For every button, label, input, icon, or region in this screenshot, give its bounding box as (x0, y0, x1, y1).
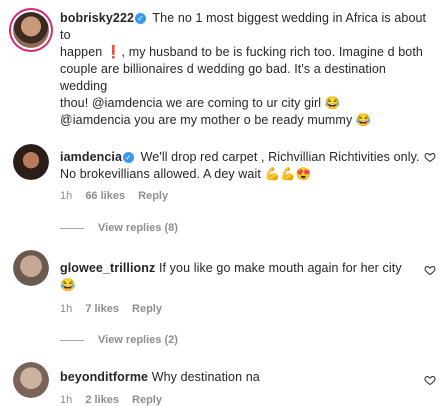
comment-username[interactable]: beyonditforme (60, 370, 148, 384)
comment-line-2: No brokevillians allowed. A dey wait 💪💪😍 (60, 167, 312, 181)
comment-username[interactable]: iamdencia (60, 150, 122, 164)
comment-time: 1h (60, 303, 73, 315)
caption-line-4: thou! @iamdencia we are coming to ur cit… (60, 96, 341, 110)
comment-line-1: We'll drop red carpet , Richvillian Rich… (140, 150, 420, 164)
comment-text-glowee: glowee_trillionz If you like go make mou… (60, 260, 420, 294)
divider (60, 227, 84, 229)
view-replies-button[interactable]: View replies (8) (60, 222, 178, 234)
post-username[interactable]: bobrisky222 (60, 11, 134, 25)
view-replies-button[interactable]: View replies (2) (60, 334, 178, 346)
avatar-bobrisky222[interactable] (13, 12, 49, 48)
comment-likes[interactable]: 2 likes (85, 394, 119, 406)
comment-likes[interactable]: 66 likes (85, 190, 125, 202)
view-replies-label: View replies (2) (98, 334, 178, 346)
heart-icon[interactable] (424, 151, 436, 163)
verified-badge-icon: ✓ (135, 13, 147, 24)
comment-meta: 1h 66 likes Reply (60, 190, 178, 202)
caption-line-5: @iamdencia you are my mother o be ready … (60, 113, 372, 127)
comment-meta: 1h 7 likes Reply (60, 303, 172, 315)
comment-time: 1h (60, 394, 73, 406)
reply-button[interactable]: Reply (138, 190, 168, 202)
comment-line-1: If you like go make mouth again for her … (158, 261, 402, 275)
comment-likes[interactable]: 7 likes (85, 303, 119, 315)
comment-line-1: Why destination na (151, 370, 260, 384)
avatar-glowee-trillionz[interactable] (13, 250, 49, 286)
caption-line-3: couple are billionaires d wedding go bad… (60, 62, 386, 93)
divider (60, 339, 84, 341)
verified-badge-icon: ✓ (123, 152, 135, 163)
avatar-beyonditforme[interactable] (13, 362, 49, 398)
caption-line-2: happen ❗, my husband to be is fucking ri… (60, 45, 423, 59)
comment-meta: 1h 2 likes Reply (60, 394, 172, 406)
heart-icon[interactable] (424, 264, 436, 276)
post-time: 1h (60, 113, 73, 125)
post-meta: 1h (60, 113, 82, 125)
post-caption: bobrisky222 ✓ The no 1 most biggest weddi… (60, 10, 430, 129)
avatar-iamdencia[interactable] (13, 144, 49, 180)
comment-text-beyonditforme: beyonditforme Why destination na (60, 369, 420, 386)
comment-text-iamdencia: iamdencia ✓ We'll drop red carpet , Richv… (60, 149, 420, 183)
view-replies-label: View replies (8) (98, 222, 178, 234)
heart-icon[interactable] (424, 374, 436, 386)
reply-button[interactable]: Reply (132, 303, 162, 315)
comment-time: 1h (60, 190, 73, 202)
reply-button[interactable]: Reply (132, 394, 162, 406)
comment-line-2: 😂 (60, 278, 76, 292)
comment-username[interactable]: glowee_trillionz (60, 261, 155, 275)
